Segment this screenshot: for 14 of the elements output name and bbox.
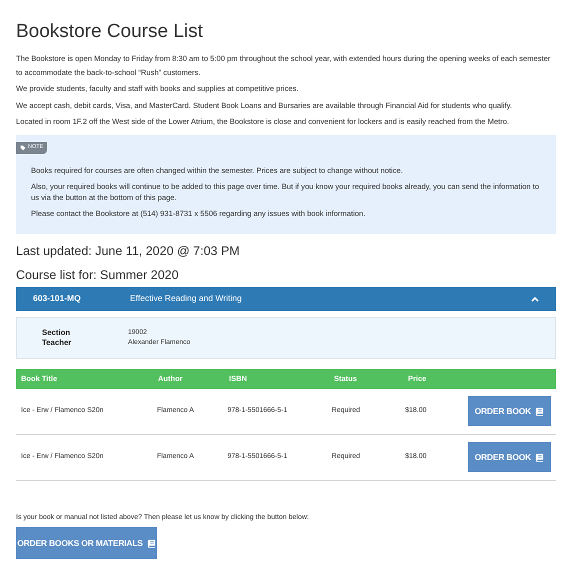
page-title: Bookstore Course List <box>16 20 204 44</box>
order-book-button[interactable]: ORDER BOOK <box>468 396 552 426</box>
book-icon <box>146 538 156 548</box>
course-header[interactable]: 603-101-MQ Effective Reading and Writing <box>16 286 556 310</box>
book-icon <box>535 406 544 416</box>
last-updated: Last updated: June 11, 2020 @ 7:03 PM <box>16 242 241 260</box>
book-icon <box>535 452 544 462</box>
course-list-heading: Course list for: Summer 2020 <box>16 266 180 284</box>
tag-icon <box>20 144 26 150</box>
order-materials-button[interactable]: ORDER BOOKS OR MATERIALS <box>16 527 157 559</box>
order-book-button[interactable]: ORDER BOOK <box>468 442 552 472</box>
course-code: 603-101-MQ <box>33 292 82 305</box>
course-name: Effective Reading and Writing <box>130 292 243 305</box>
chevron-up-icon <box>531 296 539 302</box>
